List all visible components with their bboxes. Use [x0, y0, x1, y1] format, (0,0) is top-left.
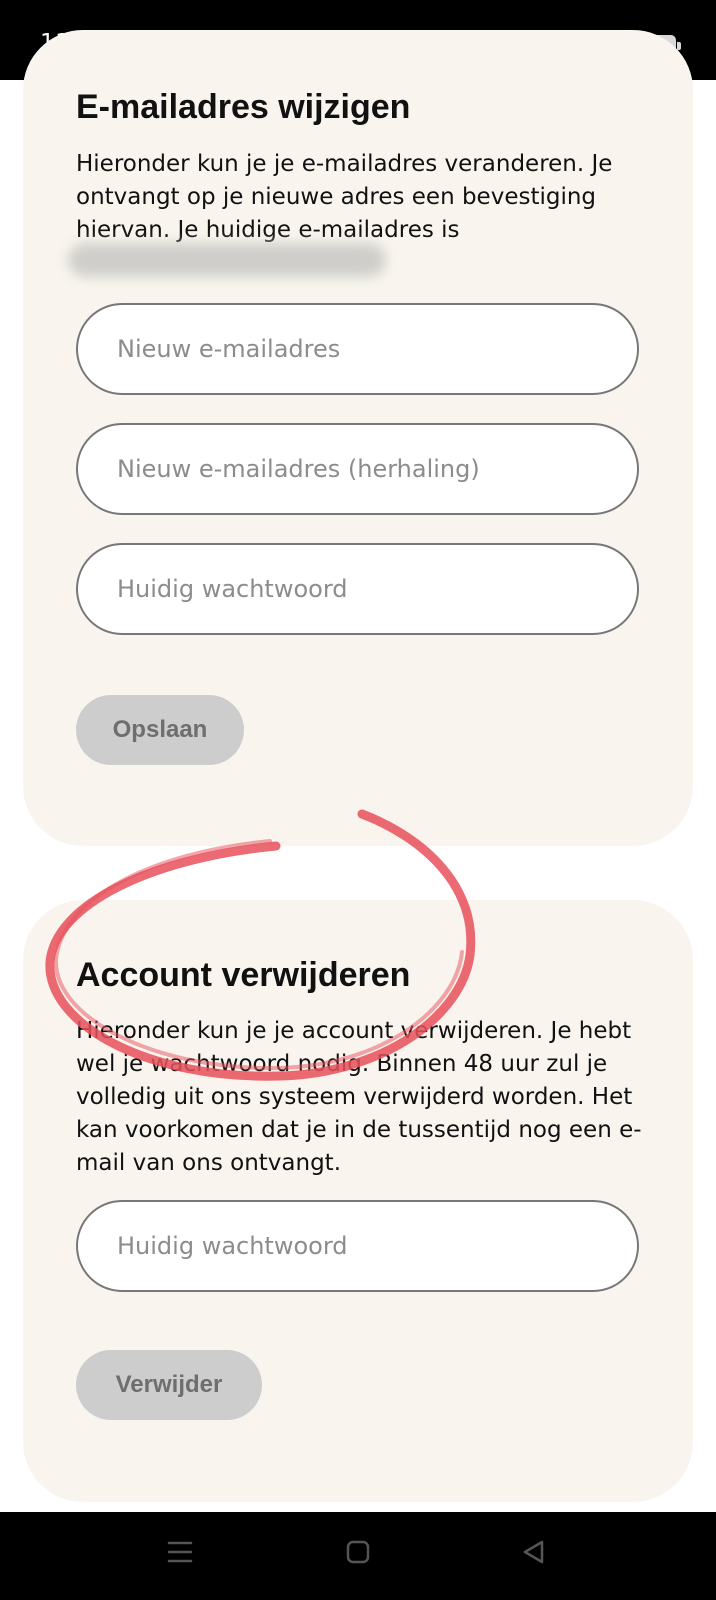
menu-icon[interactable]: [166, 1538, 194, 1570]
email-change-card: E-mailadres wijzigen Hieronder kun je je…: [23, 30, 693, 846]
current-email-redacted: [68, 243, 386, 277]
back-icon[interactable]: [520, 1538, 548, 1570]
save-button[interactable]: Opslaan: [76, 695, 244, 765]
navigation-bar: [0, 1512, 716, 1600]
current-password-input[interactable]: [76, 543, 639, 635]
new-email-input[interactable]: [76, 303, 639, 395]
home-icon[interactable]: [344, 1538, 372, 1570]
delete-button[interactable]: Verwijder: [76, 1350, 262, 1420]
email-section-description: Hieronder kun je je e-mailadres verander…: [76, 151, 613, 243]
email-section-title: E-mailadres wijzigen: [76, 88, 411, 126]
delete-password-input[interactable]: [76, 1200, 639, 1292]
delete-section-description: Hieronder kun je je account verwijderen.…: [76, 1018, 642, 1176]
repeat-email-input[interactable]: [76, 423, 639, 515]
delete-account-card: Account verwijderen Hieronder kun je je …: [23, 900, 693, 1502]
delete-section-title: Account verwijderen: [76, 956, 411, 994]
